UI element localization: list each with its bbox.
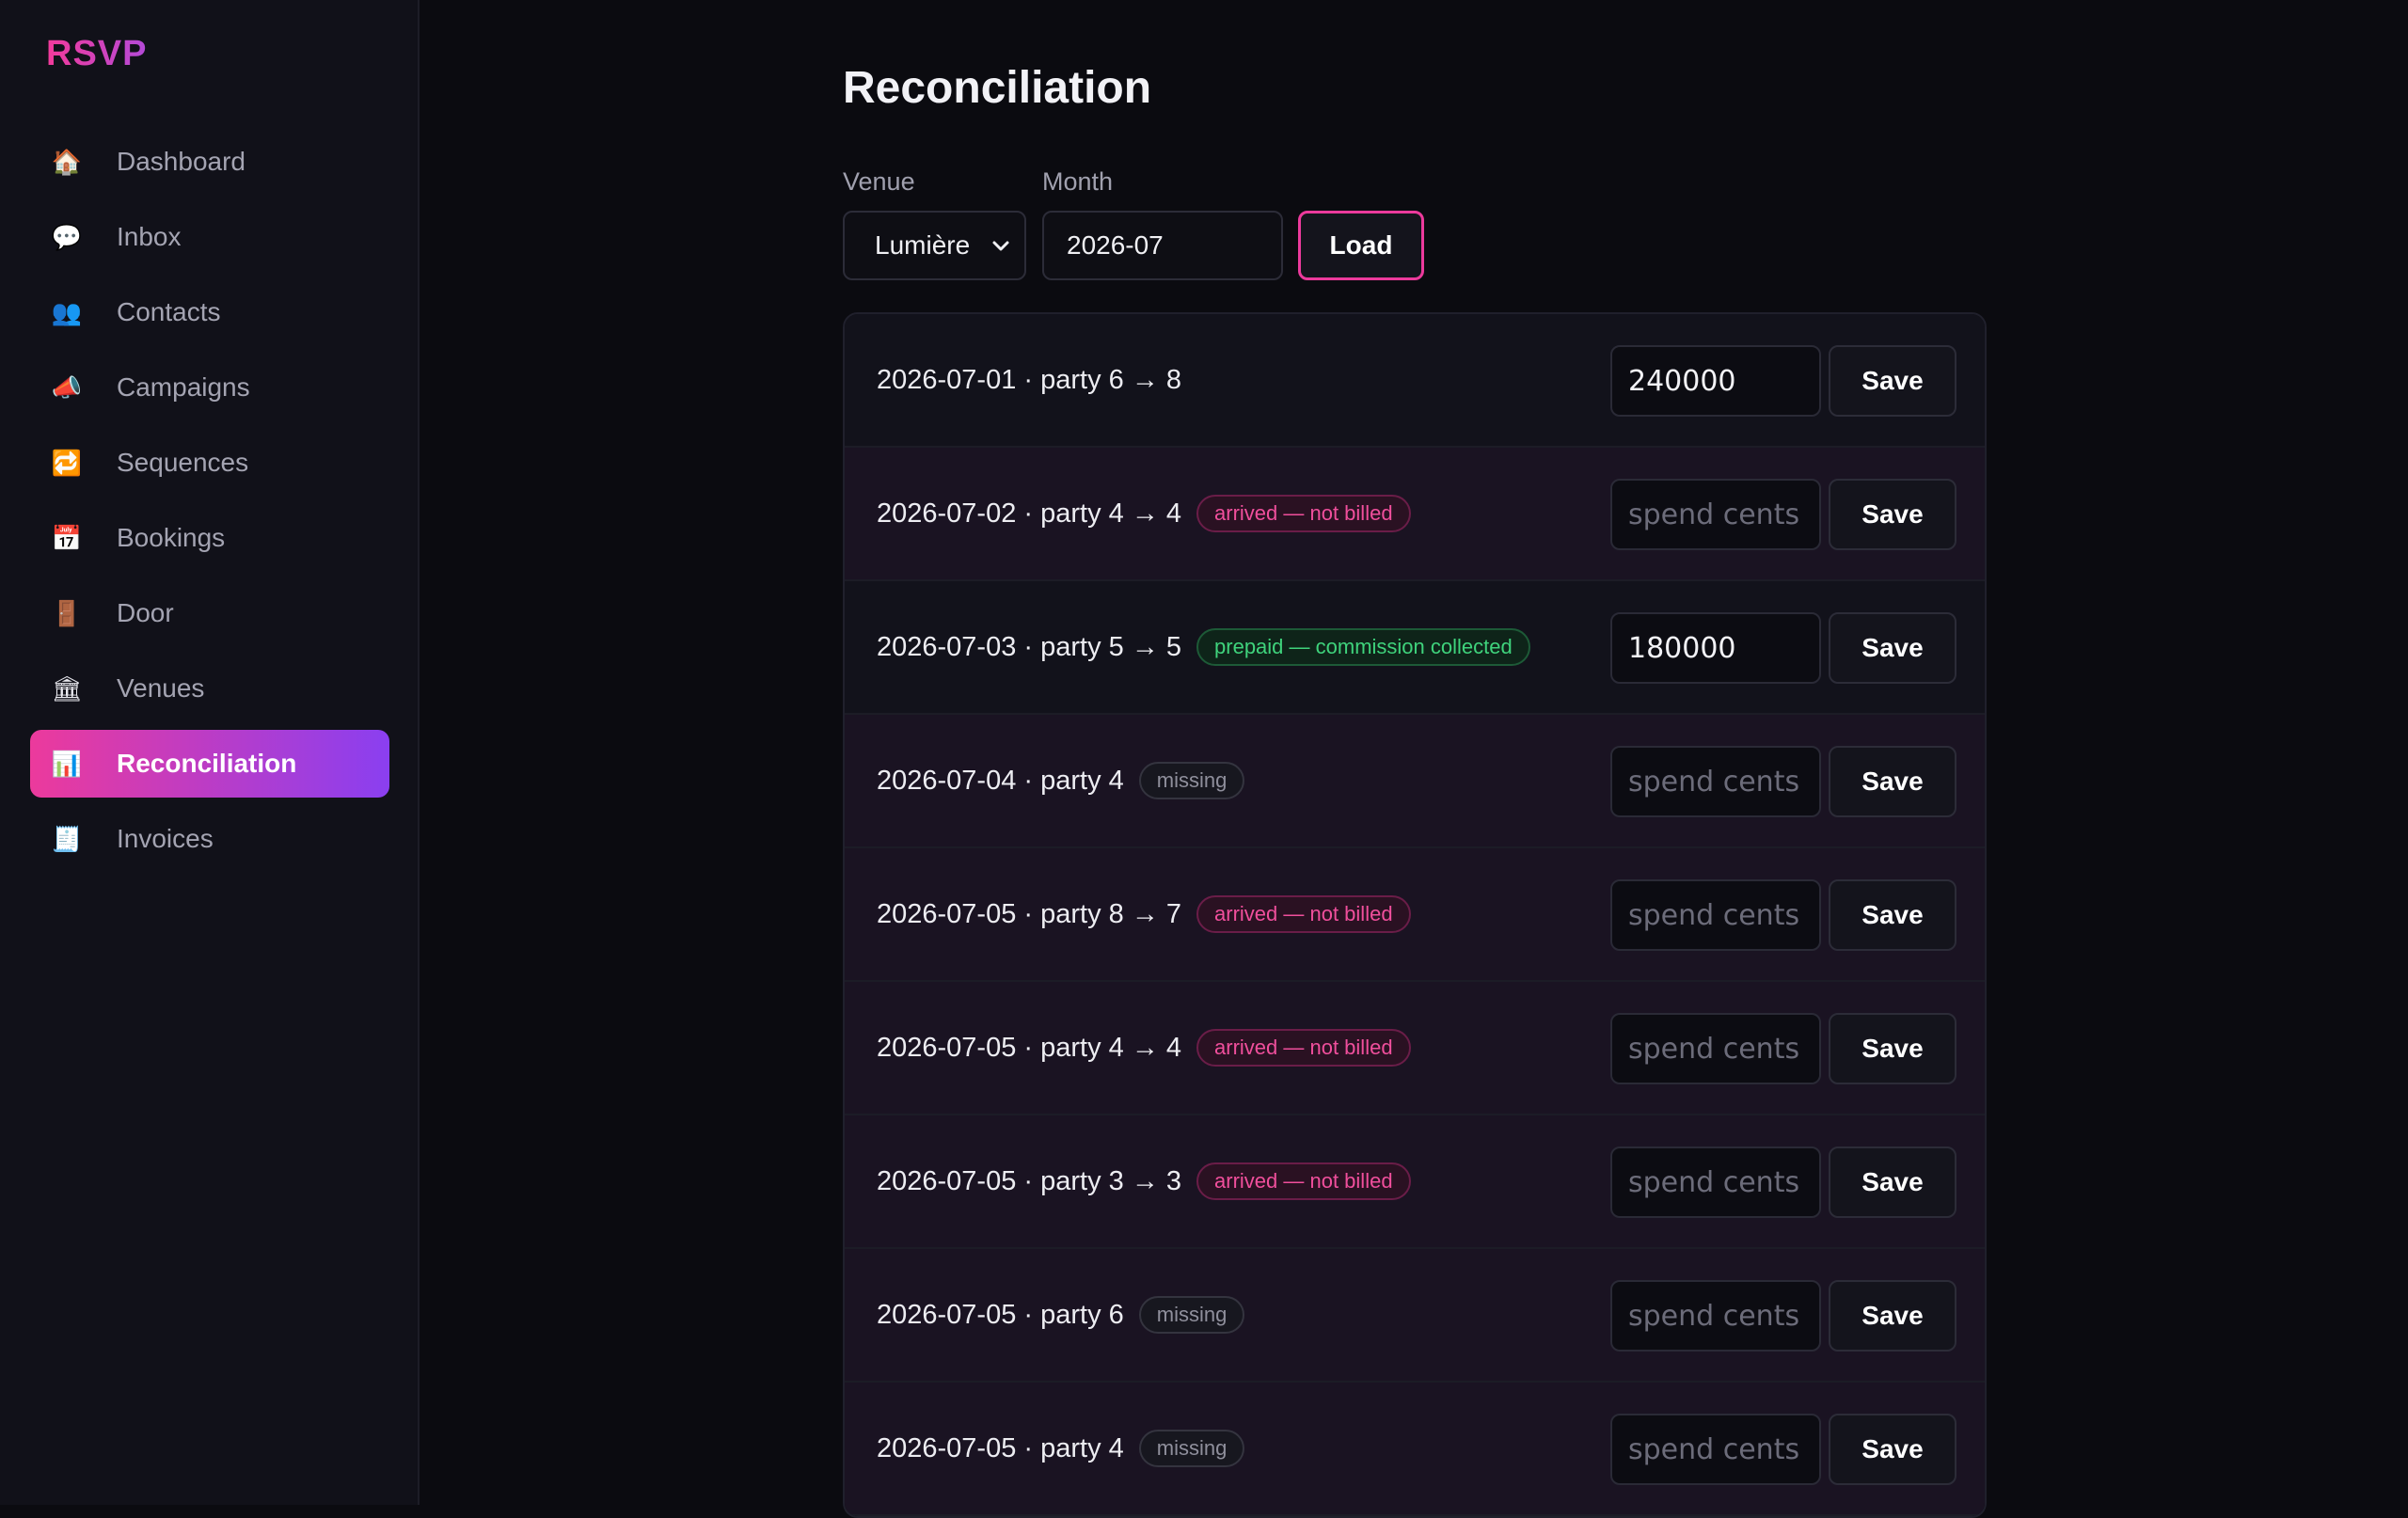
spend-cents-input[interactable] xyxy=(1610,1146,1821,1218)
save-button[interactable]: Save xyxy=(1829,612,1956,684)
list-item: 2026-07-01 · party 6 → 8 Save xyxy=(845,314,1985,448)
save-button[interactable]: Save xyxy=(1829,345,1956,417)
sidebar-item-label: Dashboard xyxy=(117,147,246,176)
receipt-icon: 🧾 xyxy=(51,824,83,853)
status-badge: arrived — not billed xyxy=(1196,895,1411,933)
spend-cents-input[interactable] xyxy=(1610,879,1821,951)
sidebar-item-label: Bookings xyxy=(117,523,226,552)
sidebar-item-label: Campaigns xyxy=(117,372,250,402)
sidebar-item-contacts[interactable]: 👥 Contacts xyxy=(30,278,389,346)
page-title: Reconciliation xyxy=(843,63,1152,113)
calendar-icon: 📅 xyxy=(51,523,83,552)
booking-summary: 2026-07-01 · party 6 → 8 xyxy=(877,364,1182,395)
sidebar-item-inbox[interactable]: 💬 Inbox xyxy=(30,203,389,271)
list-item: 2026-07-05 · party 6 missing Save xyxy=(845,1249,1985,1383)
sidebar-item-sequences[interactable]: 🔁 Sequences xyxy=(30,429,389,497)
save-button[interactable]: Save xyxy=(1829,1414,1956,1485)
reconciliation-list: 2026-07-01 · party 6 → 8 Save 2026-07-02… xyxy=(843,312,1987,1518)
sidebar-item-label: Contacts xyxy=(117,297,221,326)
chevron-down-icon xyxy=(992,241,1009,251)
booking-summary: 2026-07-05 · party 6 xyxy=(877,1299,1124,1330)
building-icon: 🏛 xyxy=(51,673,83,703)
sidebar-item-label: Venues xyxy=(117,673,205,703)
sidebar-item-bookings[interactable]: 📅 Bookings xyxy=(30,504,389,572)
spend-cents-input[interactable] xyxy=(1610,1280,1821,1352)
status-badge: arrived — not billed xyxy=(1196,495,1411,532)
venue-select[interactable]: Lumière xyxy=(843,211,1026,280)
spend-cents-input[interactable] xyxy=(1610,345,1821,417)
sidebar-nav: 🏠 Dashboard 💬 Inbox 👥 Contacts 📣 Campaig… xyxy=(30,128,389,880)
save-button[interactable]: Save xyxy=(1829,746,1956,817)
app-logo[interactable]: RSVP xyxy=(46,34,147,74)
bar-chart-icon: 📊 xyxy=(51,749,83,778)
status-badge: prepaid — commission collected xyxy=(1196,628,1530,666)
booking-summary: 2026-07-05 · party 3 → 3 xyxy=(877,1165,1182,1196)
repeat-icon: 🔁 xyxy=(51,448,83,477)
save-button[interactable]: Save xyxy=(1829,1146,1956,1218)
spend-cents-input[interactable] xyxy=(1610,479,1821,550)
list-item: 2026-07-05 · party 4 missing Save xyxy=(845,1383,1985,1516)
save-button[interactable]: Save xyxy=(1829,1013,1956,1084)
status-badge: arrived — not billed xyxy=(1196,1029,1411,1067)
list-item: 2026-07-03 · party 5 → 5 prepaid — commi… xyxy=(845,581,1985,715)
venue-select-value: Lumière xyxy=(875,230,971,260)
sidebar-item-label: Sequences xyxy=(117,448,249,477)
save-button[interactable]: Save xyxy=(1829,879,1956,951)
sidebar-item-label: Reconciliation xyxy=(117,749,297,778)
sidebar-item-campaigns[interactable]: 📣 Campaigns xyxy=(30,354,389,421)
month-label: Month xyxy=(1042,167,1114,196)
sidebar-item-door[interactable]: 🚪 Door xyxy=(30,579,389,647)
megaphone-icon: 📣 xyxy=(51,372,83,402)
house-icon: 🏠 xyxy=(51,147,83,176)
door-icon: 🚪 xyxy=(51,598,83,627)
spend-cents-input[interactable] xyxy=(1610,1414,1821,1485)
load-button[interactable]: Load xyxy=(1298,211,1424,280)
status-badge: arrived — not billed xyxy=(1196,1162,1411,1200)
sidebar: RSVP 🏠 Dashboard 💬 Inbox 👥 Contacts 📣 Ca… xyxy=(0,0,420,1505)
status-badge: missing xyxy=(1138,1430,1245,1467)
list-item: 2026-07-04 · party 4 missing Save xyxy=(845,715,1985,848)
sidebar-item-dashboard[interactable]: 🏠 Dashboard xyxy=(30,128,389,196)
venue-label: Venue xyxy=(843,167,915,196)
save-button[interactable]: Save xyxy=(1829,479,1956,550)
status-badge: missing xyxy=(1138,1296,1245,1334)
booking-summary: 2026-07-05 · party 8 → 7 xyxy=(877,898,1182,929)
speech-bubble-icon: 💬 xyxy=(51,222,83,251)
sidebar-item-label: Inbox xyxy=(117,222,182,251)
sidebar-item-venues[interactable]: 🏛 Venues xyxy=(30,655,389,722)
list-item: 2026-07-05 · party 3 → 3 arrived — not b… xyxy=(845,1115,1985,1249)
people-icon: 👥 xyxy=(51,297,83,326)
spend-cents-input[interactable] xyxy=(1610,612,1821,684)
list-item: 2026-07-05 · party 4 → 4 arrived — not b… xyxy=(845,982,1985,1115)
booking-summary: 2026-07-02 · party 4 → 4 xyxy=(877,498,1182,529)
sidebar-item-label: Invoices xyxy=(117,824,214,853)
sidebar-item-reconciliation[interactable]: 📊 Reconciliation xyxy=(30,730,389,798)
status-badge: missing xyxy=(1138,762,1245,799)
sidebar-item-label: Door xyxy=(117,598,174,627)
spend-cents-input[interactable] xyxy=(1610,746,1821,817)
month-input[interactable]: 2026-07 xyxy=(1042,211,1283,280)
sidebar-item-invoices[interactable]: 🧾 Invoices xyxy=(30,805,389,873)
month-input-value: 2026-07 xyxy=(1067,230,1164,260)
save-button[interactable]: Save xyxy=(1829,1280,1956,1352)
booking-summary: 2026-07-04 · party 4 xyxy=(877,765,1124,796)
booking-summary: 2026-07-03 · party 5 → 5 xyxy=(877,631,1182,662)
booking-summary: 2026-07-05 · party 4 xyxy=(877,1432,1124,1463)
booking-summary: 2026-07-05 · party 4 → 4 xyxy=(877,1032,1182,1063)
list-item: 2026-07-05 · party 8 → 7 arrived — not b… xyxy=(845,848,1985,982)
list-item: 2026-07-02 · party 4 → 4 arrived — not b… xyxy=(845,448,1985,581)
spend-cents-input[interactable] xyxy=(1610,1013,1821,1084)
